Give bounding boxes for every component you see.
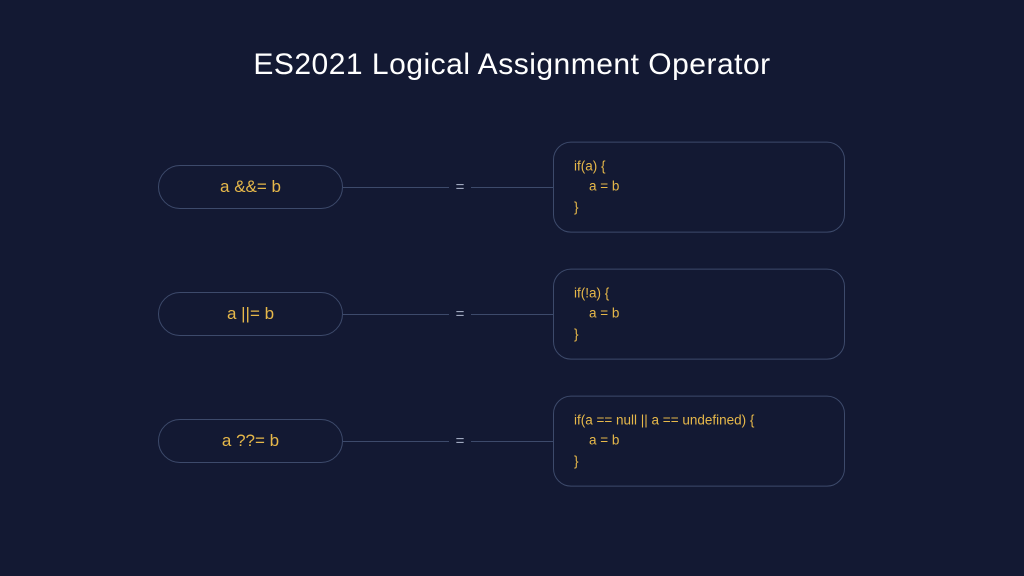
equivalent-code-or: if(!a) { a = b }	[553, 269, 845, 360]
connector-line	[343, 441, 449, 442]
operator-pill-or: a ||= b	[158, 292, 343, 336]
equals-sign: =	[449, 433, 471, 450]
operator-row-or: a ||= b = if(!a) { a = b }	[0, 269, 1024, 359]
equivalent-code-nullish: if(a == null || a == undefined) { a = b …	[553, 396, 845, 487]
connector-line	[471, 187, 553, 188]
connector-line	[471, 441, 553, 442]
equals-sign: =	[449, 179, 471, 196]
equivalent-code-and: if(a) { a = b }	[553, 142, 845, 233]
operator-row-and: a &&= b = if(a) { a = b }	[0, 142, 1024, 232]
connector-line	[343, 314, 449, 315]
page-title: ES2021 Logical Assignment Operator	[0, 48, 1024, 82]
connector-line	[343, 187, 449, 188]
connector-line	[471, 314, 553, 315]
equals-sign: =	[449, 306, 471, 323]
operator-pill-and: a &&= b	[158, 165, 343, 209]
operator-row-nullish: a ??= b = if(a == null || a == undefined…	[0, 396, 1024, 486]
operator-pill-nullish: a ??= b	[158, 419, 343, 463]
